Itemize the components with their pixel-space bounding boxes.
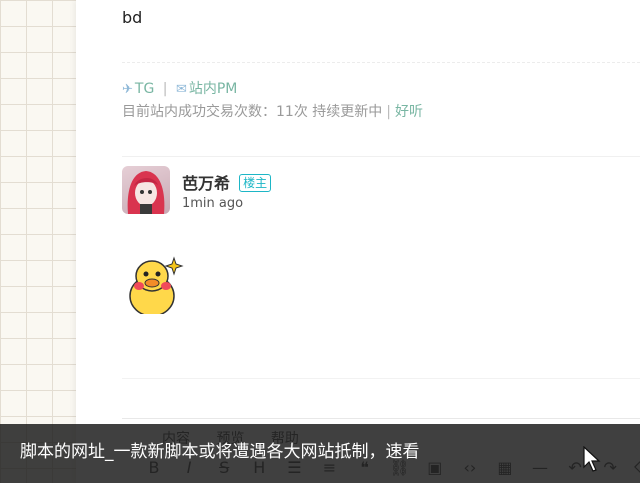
- post-card: bd ✈ TG | ✉ 站内PM 目前站内成功交易次数：11次 持续更新中 | 好听 芭…: [76, 0, 640, 483]
- comment-author: 芭万希 楼主: [182, 170, 272, 194]
- separator: |: [386, 104, 391, 120]
- section-divider: [122, 378, 640, 379]
- pm-link[interactable]: 站内PM: [189, 81, 238, 97]
- duck-sticker-image: [126, 254, 186, 317]
- tg-link[interactable]: TG: [135, 81, 154, 97]
- trade-count-text: 目前站内成功交易次数：11次 持续更新中: [122, 104, 383, 120]
- post-body: bd: [122, 8, 143, 27]
- signature: ✈ TG | ✉ 站内PM 目前站内成功交易次数：11次 持续更新中 | 好听: [122, 78, 423, 123]
- comment-divider: [122, 156, 640, 157]
- mouse-cursor-icon: [583, 445, 601, 476]
- comment-time: 1min ago: [182, 196, 244, 211]
- editor-border: [122, 418, 640, 419]
- author-name[interactable]: 芭万希: [182, 174, 230, 193]
- avatar[interactable]: [122, 166, 170, 214]
- plane-icon: ✈: [122, 82, 133, 97]
- video-caption: 脚本的网址_一款新脚本或将遭遇各大网站抵制，速看: [0, 424, 640, 483]
- separator: |: [162, 81, 168, 97]
- mail-icon: ✉: [175, 82, 187, 97]
- good-link[interactable]: 好听: [395, 104, 423, 120]
- signature-divider: [122, 62, 640, 63]
- op-badge: 楼主: [239, 174, 272, 192]
